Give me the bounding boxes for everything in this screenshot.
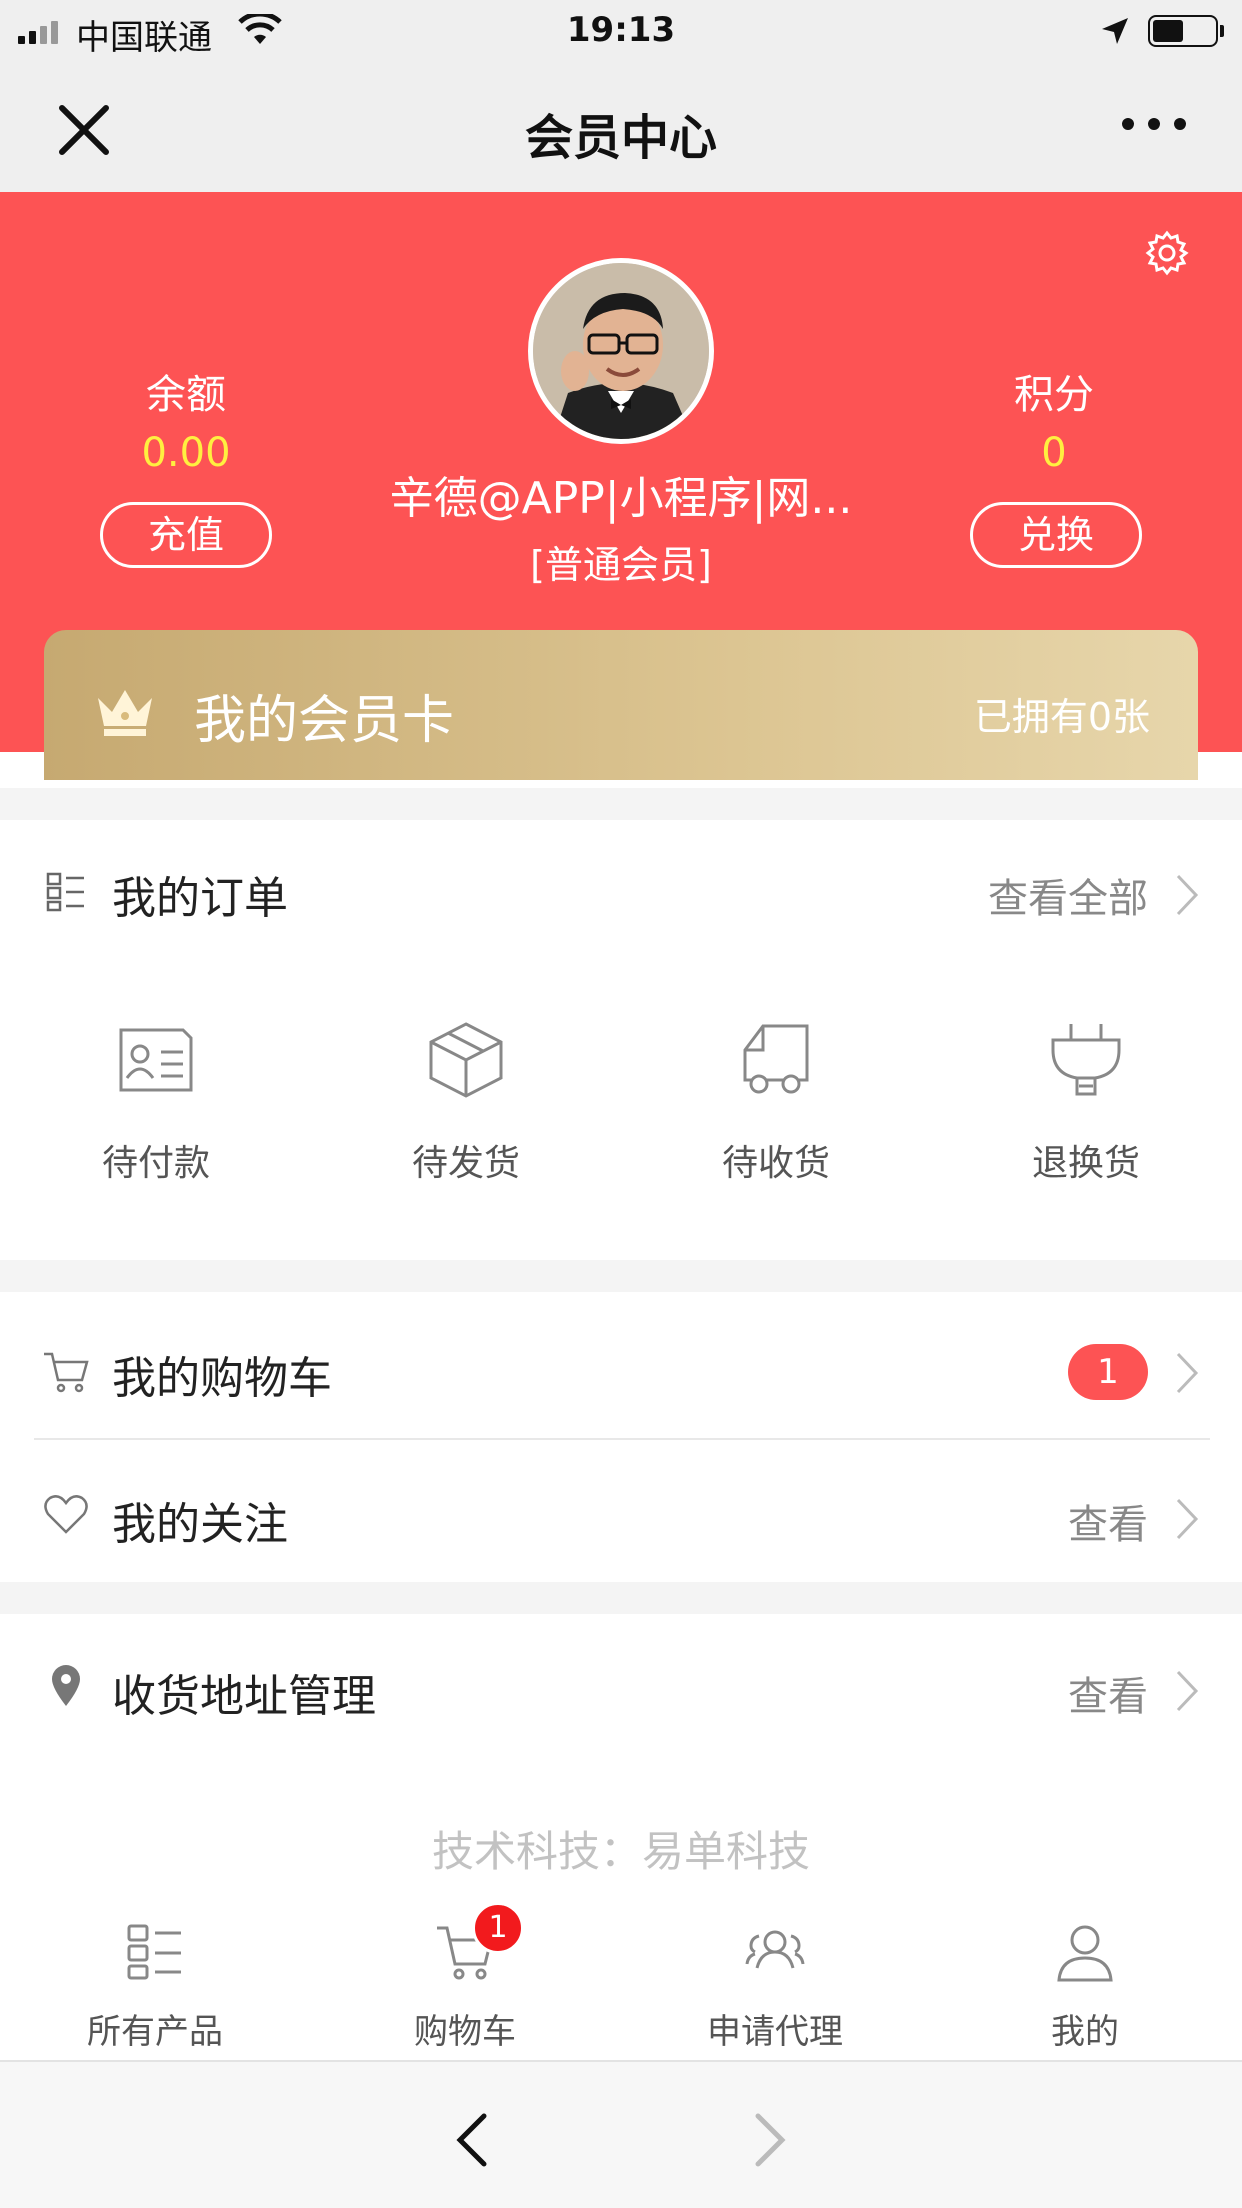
- back-arrow-icon[interactable]: [452, 2110, 492, 2170]
- tab-cart-badge: 1: [472, 1902, 524, 1954]
- tab-apply-agent[interactable]: 申请代理: [655, 1920, 895, 2053]
- cart-icon: [44, 1352, 89, 1393]
- browser-toolbar: [0, 2060, 1242, 2208]
- order-status-label: 待收货: [721, 1143, 830, 1184]
- balance-label: 余额: [146, 372, 226, 418]
- tech-support-text: 技术科技：易单科技: [431, 1827, 810, 1876]
- order-status-label: 退换货: [1031, 1143, 1140, 1184]
- plug-icon: [1051, 1024, 1121, 1096]
- member-card-count: 已拥有0张: [973, 695, 1150, 739]
- order-status-label: 待付款: [101, 1143, 210, 1184]
- heart-icon: [44, 1495, 88, 1534]
- location-arrow-icon: [1102, 18, 1128, 44]
- chevron-right-icon[interactable]: [1172, 870, 1202, 920]
- more-icon[interactable]: [1122, 118, 1186, 130]
- group-icon: [745, 1930, 805, 1969]
- cart-row[interactable]: 我的购物车: [112, 1342, 332, 1406]
- cart-count-badge: 1: [1068, 1344, 1148, 1400]
- tab-label: 申请代理: [707, 2012, 843, 2052]
- id-card-icon: [119, 1028, 193, 1092]
- favorites-view-link[interactable]: 查看: [900, 1492, 1148, 1550]
- gear-icon[interactable]: [1142, 228, 1192, 278]
- balance-value: 0.00: [141, 430, 231, 476]
- view-all-orders-link[interactable]: 查看全部: [880, 866, 1148, 924]
- truck-icon: [743, 1024, 809, 1094]
- page-title: 会员中心: [524, 110, 717, 166]
- divider: [34, 1438, 1210, 1440]
- battery-icon: [1148, 15, 1218, 47]
- status-time: 19:13: [566, 10, 676, 50]
- order-status-returns[interactable]: 退换货: [986, 1020, 1186, 1186]
- points-value: 0: [1041, 430, 1067, 476]
- order-status-label: 待发货: [411, 1143, 520, 1184]
- chevron-right-icon[interactable]: [1172, 1494, 1202, 1544]
- nav-bar: 会员中心: [0, 60, 1242, 192]
- tab-label: 所有产品: [87, 2012, 223, 2052]
- status-bar: 中国联通 19:13: [0, 0, 1242, 60]
- tab-all-products[interactable]: 所有产品: [35, 1920, 275, 2053]
- order-status-pending-payment[interactable]: 待付款: [56, 1020, 256, 1186]
- forward-arrow-icon[interactable]: [750, 2110, 790, 2170]
- username: 辛德@APP|小程序|网...: [389, 473, 853, 524]
- tab-mine[interactable]: 我的: [965, 1920, 1205, 2053]
- tab-label: 我的: [1051, 2012, 1119, 2052]
- member-card-title: 我的会员卡: [194, 691, 455, 751]
- member-level: [普通会员]: [530, 543, 712, 587]
- tab-cart[interactable]: 购物车: [345, 1920, 585, 2053]
- grid-list-icon: [127, 1924, 181, 1980]
- order-status-pending-receipt[interactable]: 待收货: [676, 1020, 876, 1186]
- address-view-link[interactable]: 查看: [900, 1664, 1148, 1722]
- points-label: 积分: [1014, 372, 1094, 418]
- order-status-pending-shipment[interactable]: 待发货: [366, 1020, 566, 1186]
- chevron-right-icon[interactable]: [1172, 1666, 1202, 1716]
- person-icon: [1057, 1925, 1113, 1982]
- chevron-right-icon[interactable]: [1172, 1348, 1202, 1398]
- crown-icon: [98, 690, 152, 736]
- address-row[interactable]: 收货地址管理: [112, 1660, 376, 1724]
- favorites-row[interactable]: 我的关注: [112, 1488, 288, 1552]
- tab-label: 购物车: [414, 2012, 516, 2052]
- avatar[interactable]: [528, 258, 714, 444]
- location-pin-icon: [52, 1665, 80, 1706]
- order-list-icon: [46, 872, 84, 912]
- orders-title: 我的订单: [112, 873, 288, 924]
- box-icon: [429, 1022, 503, 1098]
